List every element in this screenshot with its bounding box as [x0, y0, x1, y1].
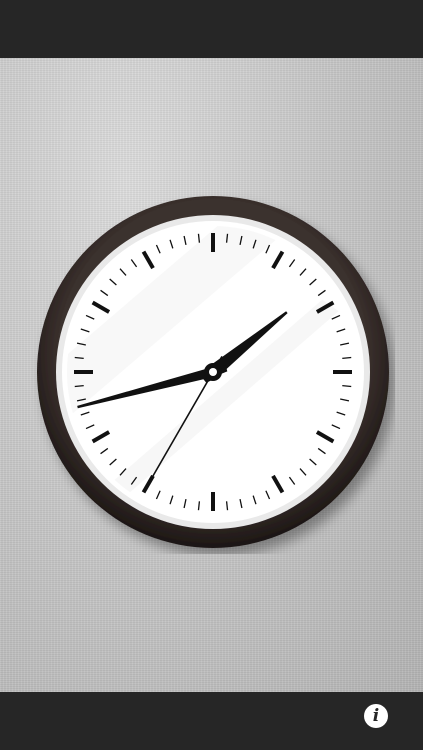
- clock-face-svg: [37, 196, 389, 548]
- analog-clock: [31, 190, 395, 554]
- center-pin: [209, 368, 217, 376]
- info-button[interactable]: i: [364, 704, 388, 728]
- info-icon: i: [372, 706, 380, 726]
- clock-area: [0, 58, 423, 692]
- top-bar: [0, 0, 423, 58]
- bottom-bar: i: [0, 692, 423, 750]
